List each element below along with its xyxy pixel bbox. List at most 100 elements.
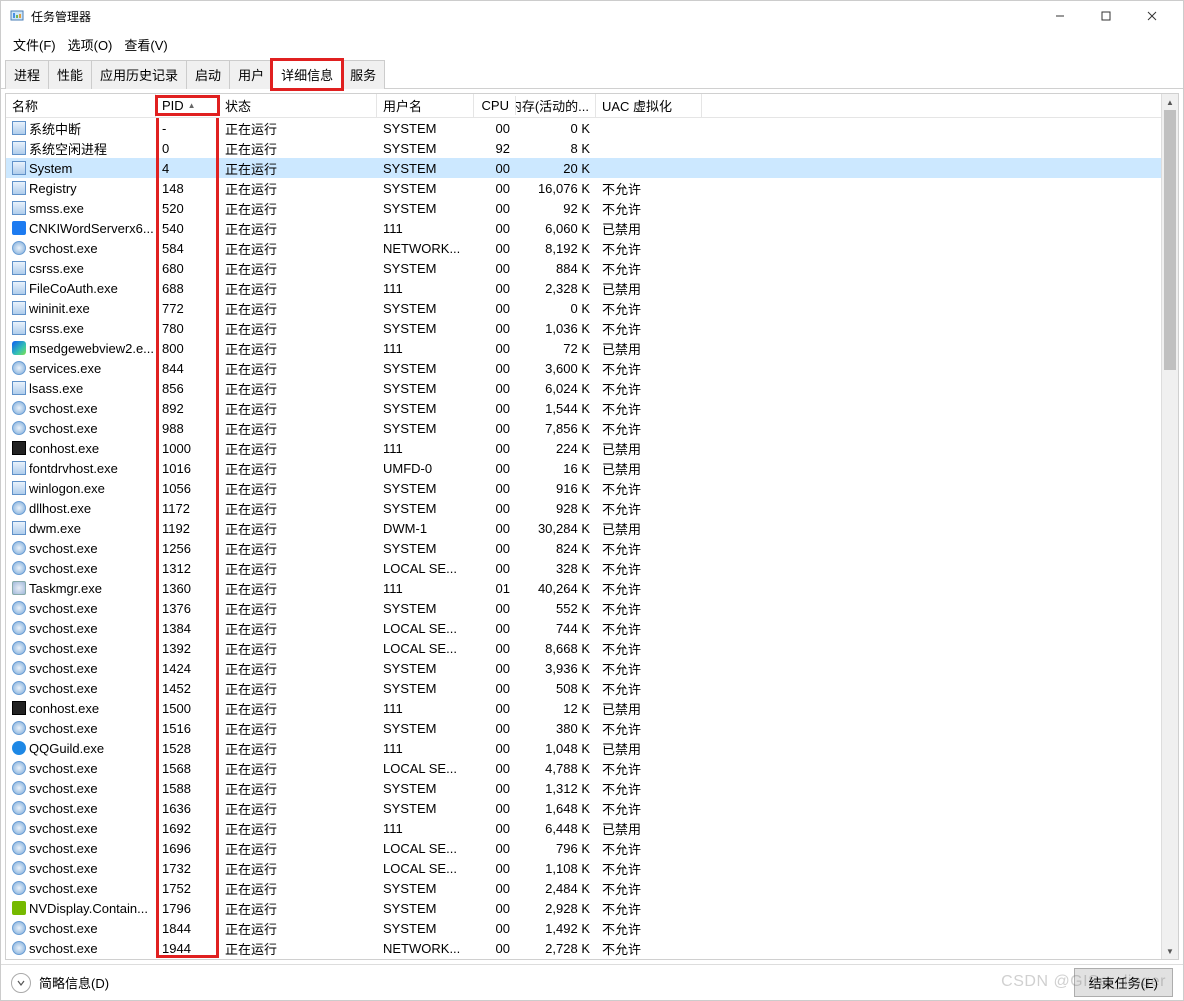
table-row[interactable]: svchost.exe1568正在运行LOCAL SE...004,788 K不…: [6, 758, 1166, 778]
cell-mem: 12 K: [516, 700, 596, 717]
table-row[interactable]: svchost.exe1452正在运行SYSTEM00508 K不允许: [6, 678, 1166, 698]
table-row[interactable]: svchost.exe1752正在运行SYSTEM002,484 K不允许: [6, 878, 1166, 898]
table-row[interactable]: csrss.exe780正在运行SYSTEM001,036 K不允许: [6, 318, 1166, 338]
cell-user: SYSTEM: [377, 720, 474, 737]
titlebar[interactable]: 任务管理器: [1, 1, 1183, 31]
close-button[interactable]: [1129, 1, 1175, 31]
cell-pid: 1424: [156, 660, 219, 677]
cell-status: 正在运行: [219, 158, 377, 179]
scroll-down-icon[interactable]: ▼: [1162, 943, 1178, 959]
table-row[interactable]: svchost.exe988正在运行SYSTEM007,856 K不允许: [6, 418, 1166, 438]
cell-mem: 552 K: [516, 600, 596, 617]
scroll-up-icon[interactable]: ▲: [1162, 94, 1178, 110]
cell-cpu: 00: [474, 240, 516, 257]
cell-user: SYSTEM: [377, 780, 474, 797]
cell-uac: 不允许: [596, 898, 702, 919]
cell-cpu: 00: [474, 600, 516, 617]
tab-startup[interactable]: 启动: [186, 60, 230, 89]
cell-user: 111: [377, 340, 474, 357]
table-row[interactable]: services.exe844正在运行SYSTEM003,600 K不允许: [6, 358, 1166, 378]
table-row[interactable]: svchost.exe1696正在运行LOCAL SE...00796 K不允许: [6, 838, 1166, 858]
col-header-uac[interactable]: UAC 虚拟化: [596, 94, 702, 117]
table-row[interactable]: 系统空闲进程0正在运行SYSTEM928 K: [6, 138, 1166, 158]
cell-user: 111: [377, 440, 474, 457]
table-row[interactable]: svchost.exe1384正在运行LOCAL SE...00744 K不允许: [6, 618, 1166, 638]
table-row[interactable]: Taskmgr.exe1360正在运行1110140,264 K不允许: [6, 578, 1166, 598]
table-row[interactable]: msedgewebview2.e...800正在运行1110072 K已禁用: [6, 338, 1166, 358]
tab-performance[interactable]: 性能: [48, 60, 92, 89]
process-icon: [12, 181, 26, 195]
col-header-user[interactable]: 用户名: [377, 94, 474, 117]
tab-app-history[interactable]: 应用历史记录: [91, 60, 187, 89]
minimize-button[interactable]: [1037, 1, 1083, 31]
table-row[interactable]: NVDisplay.Contain...1796正在运行SYSTEM002,92…: [6, 898, 1166, 918]
table-row[interactable]: QQGuild.exe1528正在运行111001,048 K已禁用: [6, 738, 1166, 758]
fewer-details-label[interactable]: 简略信息(D): [39, 973, 109, 992]
tab-users[interactable]: 用户: [229, 60, 273, 89]
maximize-button[interactable]: [1083, 1, 1129, 31]
cell-mem: 1,108 K: [516, 860, 596, 877]
fewer-details-toggle[interactable]: [11, 973, 31, 993]
menu-file[interactable]: 文件(F): [9, 33, 60, 53]
tab-processes[interactable]: 进程: [5, 60, 49, 89]
process-name: svchost.exe: [29, 841, 98, 856]
cell-cpu: 00: [474, 860, 516, 877]
vertical-scrollbar[interactable]: ▲ ▼: [1161, 94, 1178, 959]
end-task-button[interactable]: 结束任务(E): [1074, 968, 1173, 997]
table-row[interactable]: svchost.exe1424正在运行SYSTEM003,936 K不允许: [6, 658, 1166, 678]
process-name: dwm.exe: [29, 521, 81, 536]
table-row[interactable]: smss.exe520正在运行SYSTEM0092 K不允许: [6, 198, 1166, 218]
table-row[interactable]: svchost.exe1312正在运行LOCAL SE...00328 K不允许: [6, 558, 1166, 578]
cell-user: SYSTEM: [377, 160, 474, 177]
col-header-status[interactable]: 状态: [219, 94, 377, 117]
table-row[interactable]: svchost.exe1844正在运行SYSTEM001,492 K不允许: [6, 918, 1166, 938]
table-row[interactable]: fontdrvhost.exe1016正在运行UMFD-00016 K已禁用: [6, 458, 1166, 478]
process-name: svchost.exe: [29, 721, 98, 736]
table-row[interactable]: svchost.exe1692正在运行111006,448 K已禁用: [6, 818, 1166, 838]
col-header-mem[interactable]: 内存(活动的...: [516, 94, 596, 117]
col-header-cpu[interactable]: CPU: [474, 96, 516, 115]
col-header-name[interactable]: 名称: [6, 94, 156, 117]
tab-details[interactable]: 详细信息: [272, 60, 342, 89]
table-row[interactable]: svchost.exe1376正在运行SYSTEM00552 K不允许: [6, 598, 1166, 618]
tabbar: 进程 性能 应用历史记录 启动 用户 详细信息 服务: [1, 59, 1183, 89]
table-row[interactable]: svchost.exe1944正在运行NETWORK...002,728 K不允…: [6, 938, 1166, 958]
table-row[interactable]: conhost.exe1000正在运行11100224 K已禁用: [6, 438, 1166, 458]
table-row[interactable]: svchost.exe1256正在运行SYSTEM00824 K不允许: [6, 538, 1166, 558]
cell-user: LOCAL SE...: [377, 840, 474, 857]
table-row[interactable]: dllhost.exe1172正在运行SYSTEM00928 K不允许: [6, 498, 1166, 518]
table-row[interactable]: Registry148正在运行SYSTEM0016,076 K不允许: [6, 178, 1166, 198]
col-header-pid[interactable]: PID▲: [156, 96, 219, 115]
cell-name: 系统空闲进程: [6, 138, 156, 159]
table-row[interactable]: System4正在运行SYSTEM0020 K: [6, 158, 1166, 178]
table-row[interactable]: winlogon.exe1056正在运行SYSTEM00916 K不允许: [6, 478, 1166, 498]
table-row[interactable]: svchost.exe1516正在运行SYSTEM00380 K不允许: [6, 718, 1166, 738]
table-row[interactable]: svchost.exe1392正在运行LOCAL SE...008,668 K不…: [6, 638, 1166, 658]
table-row[interactable]: wininit.exe772正在运行SYSTEM000 K不允许: [6, 298, 1166, 318]
table-row[interactable]: csrss.exe680正在运行SYSTEM00884 K不允许: [6, 258, 1166, 278]
cell-uac: 已禁用: [596, 278, 702, 299]
cell-status: 正在运行: [219, 838, 377, 859]
process-name: svchost.exe: [29, 641, 98, 656]
table-row[interactable]: FileCoAuth.exe688正在运行111002,328 K已禁用: [6, 278, 1166, 298]
table-row[interactable]: dwm.exe1192正在运行DWM-10030,284 K已禁用: [6, 518, 1166, 538]
tab-services[interactable]: 服务: [341, 60, 385, 89]
table-row[interactable]: CNKIWordServerx6...540正在运行111006,060 K已禁…: [6, 218, 1166, 238]
table-row[interactable]: 系统中断-正在运行SYSTEM000 K: [6, 118, 1166, 138]
cell-status: 正在运行: [219, 698, 377, 719]
table-row[interactable]: svchost.exe1636正在运行SYSTEM001,648 K不允许: [6, 798, 1166, 818]
cell-user: SYSTEM: [377, 120, 474, 137]
table-row[interactable]: svchost.exe892正在运行SYSTEM001,544 K不允许: [6, 398, 1166, 418]
cell-mem: 884 K: [516, 260, 596, 277]
table-row[interactable]: conhost.exe1500正在运行1110012 K已禁用: [6, 698, 1166, 718]
cell-cpu: 92: [474, 140, 516, 157]
scrollbar-thumb[interactable]: [1164, 110, 1176, 370]
table-row[interactable]: svchost.exe584正在运行NETWORK...008,192 K不允许: [6, 238, 1166, 258]
menu-view[interactable]: 查看(V): [120, 33, 171, 53]
table-row[interactable]: lsass.exe856正在运行SYSTEM006,024 K不允许: [6, 378, 1166, 398]
process-icon: [12, 401, 26, 415]
menu-options[interactable]: 选项(O): [64, 33, 117, 53]
table-row[interactable]: svchost.exe1588正在运行SYSTEM001,312 K不允许: [6, 778, 1166, 798]
cell-user: LOCAL SE...: [377, 760, 474, 777]
table-row[interactable]: svchost.exe1732正在运行LOCAL SE...001,108 K不…: [6, 858, 1166, 878]
